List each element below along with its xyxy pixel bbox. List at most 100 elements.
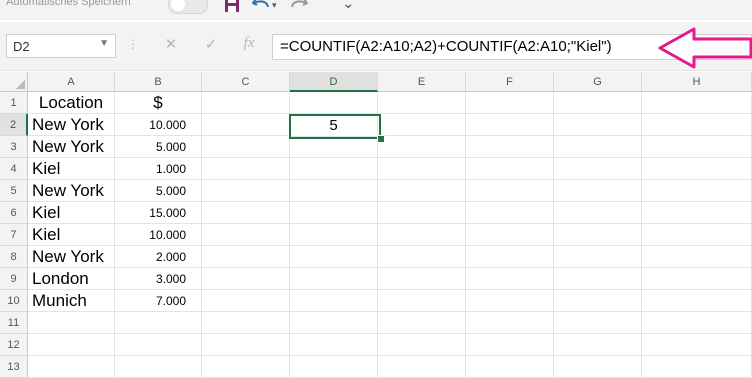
cell-G11[interactable] bbox=[554, 312, 642, 334]
cell-E10[interactable] bbox=[378, 290, 466, 312]
cell-A5-location[interactable]: New York bbox=[28, 180, 115, 202]
cell-E7[interactable] bbox=[378, 224, 466, 246]
cell-A10-location[interactable]: Munich bbox=[28, 290, 115, 312]
cell-H3[interactable] bbox=[642, 136, 752, 158]
cell-H11[interactable] bbox=[642, 312, 752, 334]
cell-G6[interactable] bbox=[554, 202, 642, 224]
cell-H10[interactable] bbox=[642, 290, 752, 312]
cell-H8[interactable] bbox=[642, 246, 752, 268]
cell-B10-amount[interactable]: 7.000 bbox=[115, 290, 202, 312]
cell-A2-location[interactable]: New York bbox=[28, 114, 115, 136]
row-header-10[interactable]: 10 bbox=[0, 290, 28, 312]
cell-E12[interactable] bbox=[378, 334, 466, 356]
cell-H7[interactable] bbox=[642, 224, 752, 246]
cell-F2[interactable] bbox=[466, 114, 554, 136]
cell-C6[interactable] bbox=[202, 202, 290, 224]
chevron-down-icon[interactable]: ▼ bbox=[99, 38, 109, 49]
row-header-8[interactable]: 8 bbox=[0, 246, 28, 268]
row-header-11[interactable]: 11 bbox=[0, 312, 28, 334]
cell-E3[interactable] bbox=[378, 136, 466, 158]
row-header-1[interactable]: 1 bbox=[0, 92, 28, 114]
cell-B7-amount[interactable]: 10.000 bbox=[115, 224, 202, 246]
cell-C8[interactable] bbox=[202, 246, 290, 268]
undo-dropdown-icon[interactable]: ▾ bbox=[272, 0, 277, 11]
cell-G2[interactable] bbox=[554, 114, 642, 136]
redo-icon[interactable] bbox=[290, 0, 309, 15]
cell-H1[interactable] bbox=[642, 92, 752, 114]
cell-F7[interactable] bbox=[466, 224, 554, 246]
cell-E6[interactable] bbox=[378, 202, 466, 224]
cell-A8-location[interactable]: New York bbox=[28, 246, 115, 268]
column-header-B[interactable]: B bbox=[115, 72, 202, 92]
cancel-icon[interactable]: ✕ bbox=[156, 35, 186, 57]
cell-A3-location[interactable]: New York bbox=[28, 136, 115, 158]
cell-D9[interactable] bbox=[290, 268, 378, 290]
cell-G4[interactable] bbox=[554, 158, 642, 180]
column-header-C[interactable]: C bbox=[202, 72, 290, 92]
cell-H4[interactable] bbox=[642, 158, 752, 180]
cell-D2-result[interactable]: 5 bbox=[290, 115, 378, 137]
cell-F4[interactable] bbox=[466, 158, 554, 180]
cell-F9[interactable] bbox=[466, 268, 554, 290]
row-header-3[interactable]: 3 bbox=[0, 136, 28, 158]
cell-D10[interactable] bbox=[290, 290, 378, 312]
cell-D7[interactable] bbox=[290, 224, 378, 246]
cell-C5[interactable] bbox=[202, 180, 290, 202]
cell-F5[interactable] bbox=[466, 180, 554, 202]
cell-G8[interactable] bbox=[554, 246, 642, 268]
cell-D4[interactable] bbox=[290, 158, 378, 180]
row-header-6[interactable]: 6 bbox=[0, 202, 28, 224]
cell-F12[interactable] bbox=[466, 334, 554, 356]
cell-H5[interactable] bbox=[642, 180, 752, 202]
cell-A7-location[interactable]: Kiel bbox=[28, 224, 115, 246]
cell-C2[interactable] bbox=[202, 114, 290, 136]
cell-F11[interactable] bbox=[466, 312, 554, 334]
cell-B12[interactable] bbox=[115, 334, 202, 356]
cell-A12[interactable] bbox=[28, 334, 115, 356]
cell-G10[interactable] bbox=[554, 290, 642, 312]
cell-C10[interactable] bbox=[202, 290, 290, 312]
cell-A4-location[interactable]: Kiel bbox=[28, 158, 115, 180]
column-header-G[interactable]: G bbox=[554, 72, 642, 92]
cell-B1-header-amount[interactable]: $ bbox=[115, 92, 202, 114]
cell-B4-amount[interactable]: 1.000 bbox=[115, 158, 202, 180]
cell-C11[interactable] bbox=[202, 312, 290, 334]
cell-E5[interactable] bbox=[378, 180, 466, 202]
cell-F8[interactable] bbox=[466, 246, 554, 268]
cell-B5-amount[interactable]: 5.000 bbox=[115, 180, 202, 202]
column-header-F[interactable]: F bbox=[466, 72, 554, 92]
cell-D5[interactable] bbox=[290, 180, 378, 202]
save-icon[interactable] bbox=[224, 0, 240, 17]
cell-C3[interactable] bbox=[202, 136, 290, 158]
cell-F1[interactable] bbox=[466, 92, 554, 114]
cell-E1[interactable] bbox=[378, 92, 466, 114]
cell-G12[interactable] bbox=[554, 334, 642, 356]
cell-D1[interactable] bbox=[290, 92, 378, 114]
row-header-7[interactable]: 7 bbox=[0, 224, 28, 246]
row-header-5[interactable]: 5 bbox=[0, 180, 28, 202]
cell-E2[interactable] bbox=[378, 114, 466, 136]
cell-D11[interactable] bbox=[290, 312, 378, 334]
undo-icon[interactable] bbox=[251, 0, 270, 15]
cell-H2[interactable] bbox=[642, 114, 752, 136]
autosave-toggle[interactable] bbox=[168, 0, 208, 14]
cell-D3[interactable] bbox=[290, 136, 378, 158]
row-header-9[interactable]: 9 bbox=[0, 268, 28, 290]
cell-A6-location[interactable]: Kiel bbox=[28, 202, 115, 224]
column-header-A[interactable]: A bbox=[28, 72, 115, 92]
cell-H6[interactable] bbox=[642, 202, 752, 224]
cell-G9[interactable] bbox=[554, 268, 642, 290]
cell-E9[interactable] bbox=[378, 268, 466, 290]
cell-B6-amount[interactable]: 15.000 bbox=[115, 202, 202, 224]
cell-C1[interactable] bbox=[202, 92, 290, 114]
cell-B8-amount[interactable]: 2.000 bbox=[115, 246, 202, 268]
cell-E4[interactable] bbox=[378, 158, 466, 180]
select-all-corner[interactable] bbox=[0, 72, 28, 92]
enter-icon[interactable]: ✓ bbox=[196, 35, 226, 57]
more-icon[interactable]: ⌄ bbox=[342, 0, 355, 12]
fill-handle[interactable] bbox=[377, 135, 385, 143]
column-header-H[interactable]: H bbox=[642, 72, 752, 92]
cell-C4[interactable] bbox=[202, 158, 290, 180]
cell-E11[interactable] bbox=[378, 312, 466, 334]
row-header-2[interactable]: 2 bbox=[0, 114, 28, 136]
